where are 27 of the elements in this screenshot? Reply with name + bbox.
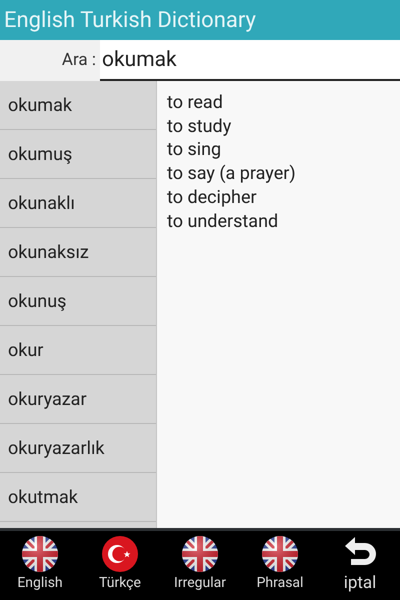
tab-button[interactable]: Phrasal — [240, 531, 320, 600]
meaning-text: to decipher — [167, 186, 257, 210]
word-list-item[interactable]: okumak — [0, 81, 156, 130]
meaning-text: to say (a prayer) — [167, 162, 296, 186]
tab-button[interactable]: Türkçe — [80, 531, 160, 600]
meaning-text: to sing — [167, 138, 222, 162]
meaning-text: to read — [167, 91, 223, 115]
meaning-text: to study — [167, 114, 232, 138]
window-title: English Turkish Dictionary — [4, 8, 256, 32]
word-list-item[interactable]: okutmak — [0, 473, 156, 522]
uk-flag-icon — [261, 535, 299, 573]
search-label: Ara : — [60, 49, 97, 72]
word-list-item[interactable]: okuryazarlık — [0, 424, 156, 473]
search-field[interactable]: okumak — [100, 40, 400, 81]
word-list-item[interactable]: okuryazar — [0, 375, 156, 424]
uk-flag-icon — [21, 535, 59, 573]
tab-button[interactable]: iptal — [320, 531, 400, 600]
word-list-item[interactable]: okumuş — [0, 130, 156, 179]
word-list-item[interactable]: okur — [0, 326, 156, 375]
meaning-text: to understand — [167, 210, 278, 234]
tab-button[interactable]: English — [0, 531, 80, 600]
word-list-item[interactable]: okunaksız — [0, 228, 156, 277]
word-list-item[interactable]: okunuş — [0, 277, 156, 326]
uk-flag-icon — [181, 535, 219, 573]
turkey-flag-icon — [101, 535, 139, 573]
word-list-item[interactable]: okunaklı — [0, 179, 156, 228]
tab-button[interactable]: Irregular — [160, 531, 240, 600]
